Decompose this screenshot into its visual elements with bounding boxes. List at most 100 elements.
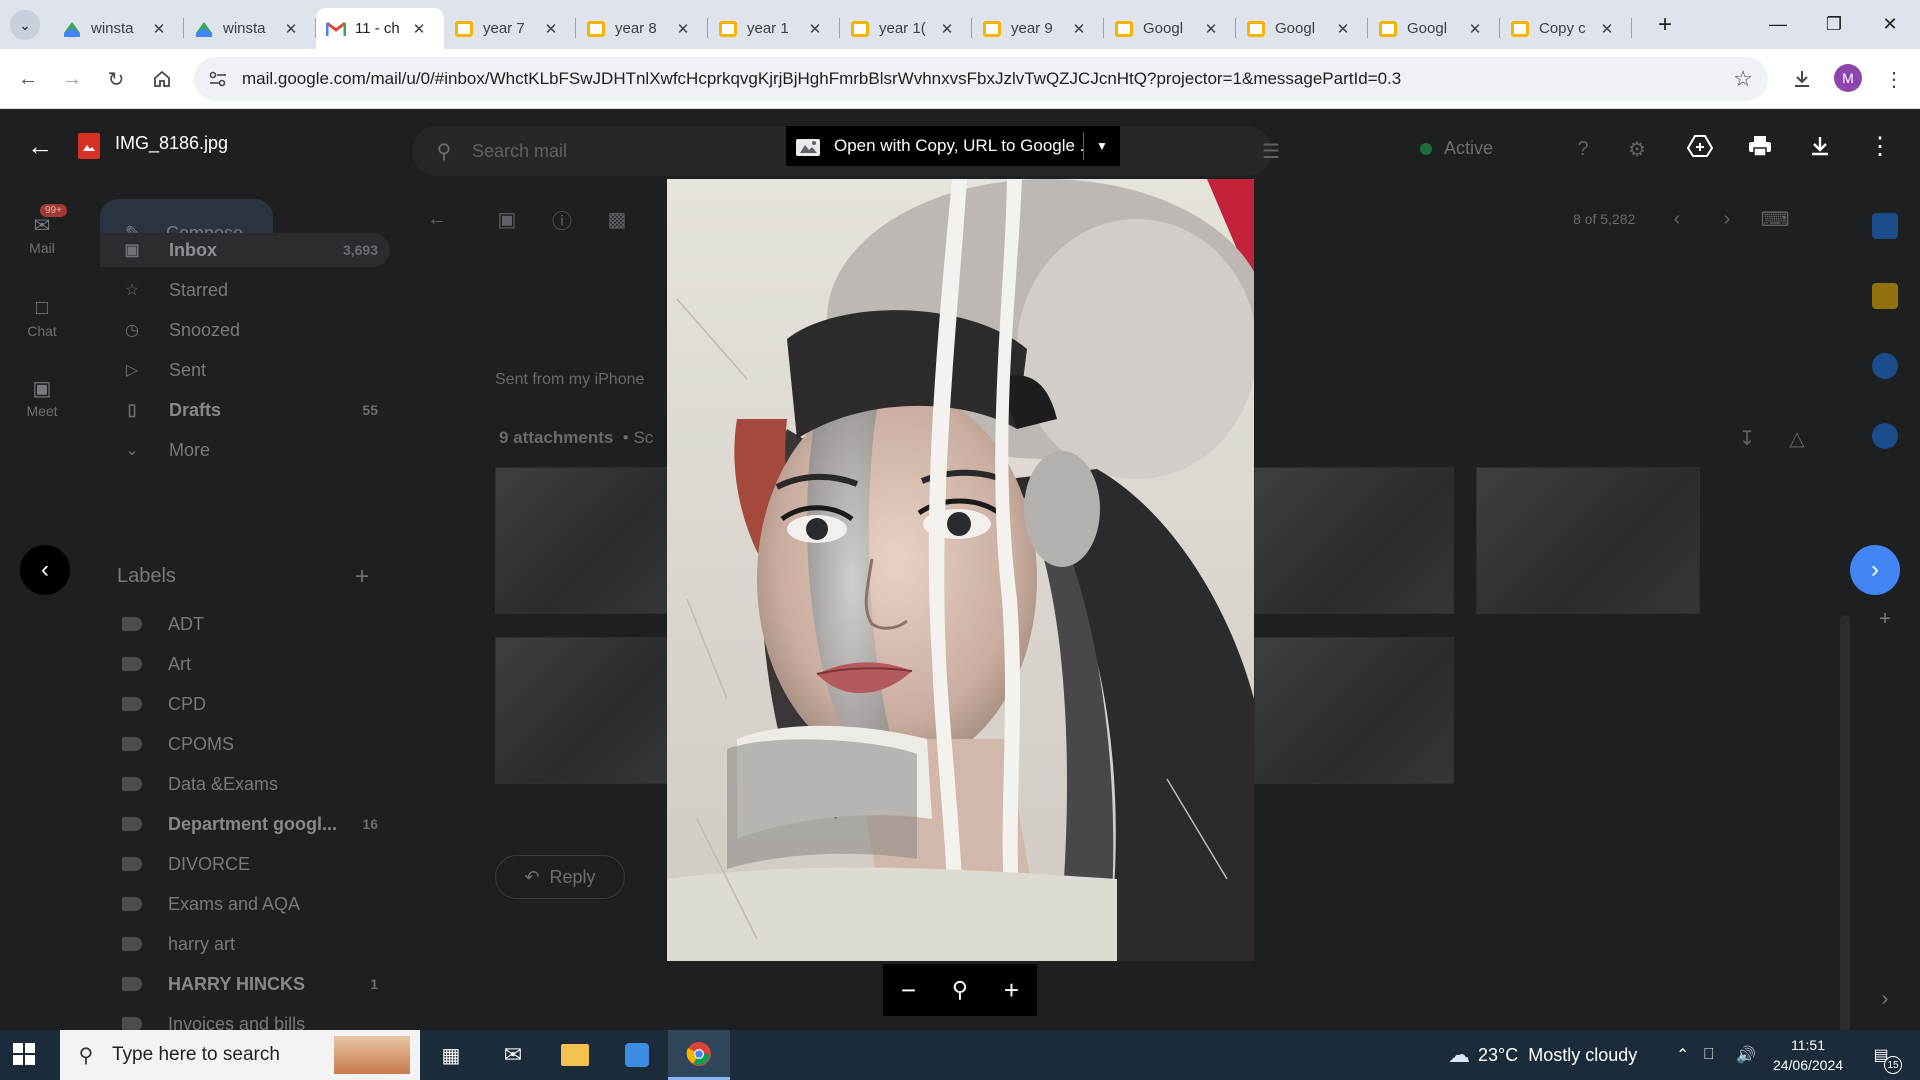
- show-hidden-icons-button[interactable]: ⌃: [1676, 1030, 1689, 1080]
- close-tab-icon[interactable]: ✕: [936, 18, 958, 40]
- chrome-menu-button[interactable]: ⋮: [1878, 63, 1910, 95]
- status-chip[interactable]: Active: [1420, 138, 1493, 159]
- clock[interactable]: 11:51 24/06/2024: [1768, 1035, 1848, 1075]
- close-tab-icon[interactable]: ✕: [280, 18, 302, 40]
- label-item[interactable]: CPD: [104, 687, 390, 721]
- help-icon[interactable]: ?: [1568, 134, 1598, 164]
- calendar-icon[interactable]: [1872, 213, 1898, 239]
- minimize-button[interactable]: —: [1750, 0, 1806, 49]
- nav-item-snoozed[interactable]: ◷ Snoozed: [104, 313, 390, 347]
- contacts-icon[interactable]: [1872, 423, 1898, 449]
- label-item[interactable]: Art: [104, 647, 390, 681]
- browser-tab[interactable]: Googl ✕: [1236, 8, 1368, 49]
- close-window-button[interactable]: ✕: [1862, 0, 1918, 49]
- close-tab-icon[interactable]: ✕: [1068, 18, 1090, 40]
- task-view-button[interactable]: ▦: [420, 1030, 482, 1080]
- label-item[interactable]: Invoices and bills: [104, 1007, 390, 1030]
- nav-item-inbox[interactable]: ▣ Inbox 3,693: [100, 233, 390, 267]
- add-to-drive-icon[interactable]: [1682, 128, 1718, 164]
- site-info-icon[interactable]: [206, 67, 230, 91]
- zoom-reset-icon[interactable]: ⚲: [952, 977, 968, 1003]
- tab-search-button[interactable]: ⌄: [10, 10, 40, 40]
- settings-gear-icon[interactable]: ⚙: [1622, 134, 1652, 164]
- nav-item-drafts[interactable]: ▯ Drafts 55: [104, 393, 390, 427]
- close-tab-icon[interactable]: ✕: [408, 18, 430, 40]
- previous-image-button[interactable]: ‹: [20, 545, 70, 595]
- label-item[interactable]: ADT: [104, 607, 390, 641]
- label-item[interactable]: HARRY HINCKS 1: [104, 967, 390, 1001]
- tasks-icon[interactable]: [1872, 353, 1898, 379]
- older-icon[interactable]: ›: [1712, 204, 1742, 234]
- label-item[interactable]: Exams and AQA: [104, 887, 390, 921]
- bookmark-star-icon[interactable]: ☆: [1730, 66, 1756, 92]
- label-item[interactable]: Data &Exams: [104, 767, 390, 801]
- label-item[interactable]: DIVORCE: [104, 847, 390, 881]
- chrome-taskbar-button[interactable]: [668, 1030, 730, 1080]
- close-tab-icon[interactable]: ✕: [672, 18, 694, 40]
- label-item[interactable]: CPOMS: [104, 727, 390, 761]
- browser-tab[interactable]: year 1 ✕: [708, 8, 840, 49]
- browser-tab[interactable]: Copy c ✕: [1500, 8, 1632, 49]
- start-button[interactable]: [12, 1042, 48, 1068]
- browser-tab[interactable]: year 8 ✕: [576, 8, 708, 49]
- weather-widget[interactable]: ☁ 23°C Mostly cloudy: [1448, 1030, 1637, 1080]
- rail-meet[interactable]: ▣ Meet: [18, 373, 66, 420]
- close-tab-icon[interactable]: ✕: [148, 18, 170, 40]
- downloads-button[interactable]: [1786, 63, 1818, 95]
- browser-tab[interactable]: year 1(✕: [840, 8, 972, 49]
- reload-button[interactable]: ↻: [100, 63, 132, 95]
- print-icon[interactable]: [1742, 128, 1778, 164]
- browser-tab[interactable]: Googl ✕: [1368, 8, 1500, 49]
- label-item[interactable]: harry art: [104, 927, 390, 961]
- reply-button[interactable]: ↶ Reply: [495, 855, 625, 899]
- add-to-drive-icon[interactable]: △: [1782, 423, 1812, 453]
- delete-icon[interactable]: ▩: [602, 204, 632, 234]
- chevron-down-icon[interactable]: ▼: [1084, 139, 1120, 153]
- attachment-thumbnail[interactable]: [495, 467, 668, 614]
- home-button[interactable]: [146, 63, 178, 95]
- attachment-thumbnail[interactable]: [495, 637, 668, 784]
- back-button[interactable]: ←: [12, 63, 44, 95]
- zoom-in-icon[interactable]: +: [1004, 975, 1019, 1006]
- close-tab-icon[interactable]: ✕: [1596, 18, 1618, 40]
- profile-avatar[interactable]: M: [1834, 64, 1862, 92]
- download-icon[interactable]: [1802, 128, 1838, 164]
- nav-item-more[interactable]: ⌄ More: [104, 433, 390, 467]
- mail-app-button[interactable]: ✉: [482, 1030, 544, 1080]
- newer-icon[interactable]: ‹: [1662, 204, 1692, 234]
- browser-tab[interactable]: year 9 ✕: [972, 8, 1104, 49]
- rail-mail[interactable]: ✉ 99+ Mail: [18, 204, 67, 256]
- open-with-button[interactable]: Open with Copy, URL to Google ... ▼: [786, 126, 1120, 166]
- search-options-icon[interactable]: ☰: [1256, 136, 1286, 166]
- keep-icon[interactable]: [1872, 283, 1898, 309]
- close-tab-icon[interactable]: ✕: [1200, 18, 1222, 40]
- network-icon[interactable]: ⎕: [1704, 1030, 1714, 1080]
- volume-icon[interactable]: 🔊: [1736, 1030, 1756, 1080]
- report-spam-icon[interactable]: ⓘ: [547, 204, 577, 234]
- browser-tab[interactable]: year 7 ✕: [444, 8, 576, 49]
- attachment-thumbnail[interactable]: [1254, 467, 1454, 614]
- nav-item-starred[interactable]: ☆ Starred: [104, 273, 390, 307]
- browser-tab[interactable]: 11 - ch ✕: [316, 8, 444, 49]
- next-image-button[interactable]: ›: [1850, 545, 1900, 595]
- restore-button[interactable]: ❐: [1806, 0, 1862, 49]
- message-scrollbar[interactable]: [1840, 615, 1850, 1030]
- more-options-icon[interactable]: ⋮: [1862, 128, 1898, 164]
- nav-item-sent[interactable]: ▷ Sent: [104, 353, 390, 387]
- close-viewer-button[interactable]: ←: [24, 130, 56, 162]
- taskbar-search-box[interactable]: ⚲ Type here to search: [60, 1030, 420, 1080]
- rail-chat[interactable]: □ Chat: [18, 293, 66, 340]
- back-to-inbox-icon[interactable]: ←: [422, 204, 452, 234]
- browser-tab[interactable]: winsta ✕: [52, 8, 184, 49]
- get-addons-icon[interactable]: +: [1870, 604, 1900, 634]
- forward-button[interactable]: →: [56, 63, 88, 95]
- browser-tab[interactable]: winsta ✕: [184, 8, 316, 49]
- label-item[interactable]: Department googl... 16: [104, 807, 390, 841]
- zoom-out-icon[interactable]: −: [901, 975, 916, 1006]
- close-tab-icon[interactable]: ✕: [540, 18, 562, 40]
- attachment-thumbnail[interactable]: [1476, 467, 1700, 614]
- close-tab-icon[interactable]: ✕: [1332, 18, 1354, 40]
- close-tab-icon[interactable]: ✕: [1464, 18, 1486, 40]
- download-all-icon[interactable]: ↧: [1732, 423, 1762, 453]
- file-explorer-button[interactable]: [544, 1030, 606, 1080]
